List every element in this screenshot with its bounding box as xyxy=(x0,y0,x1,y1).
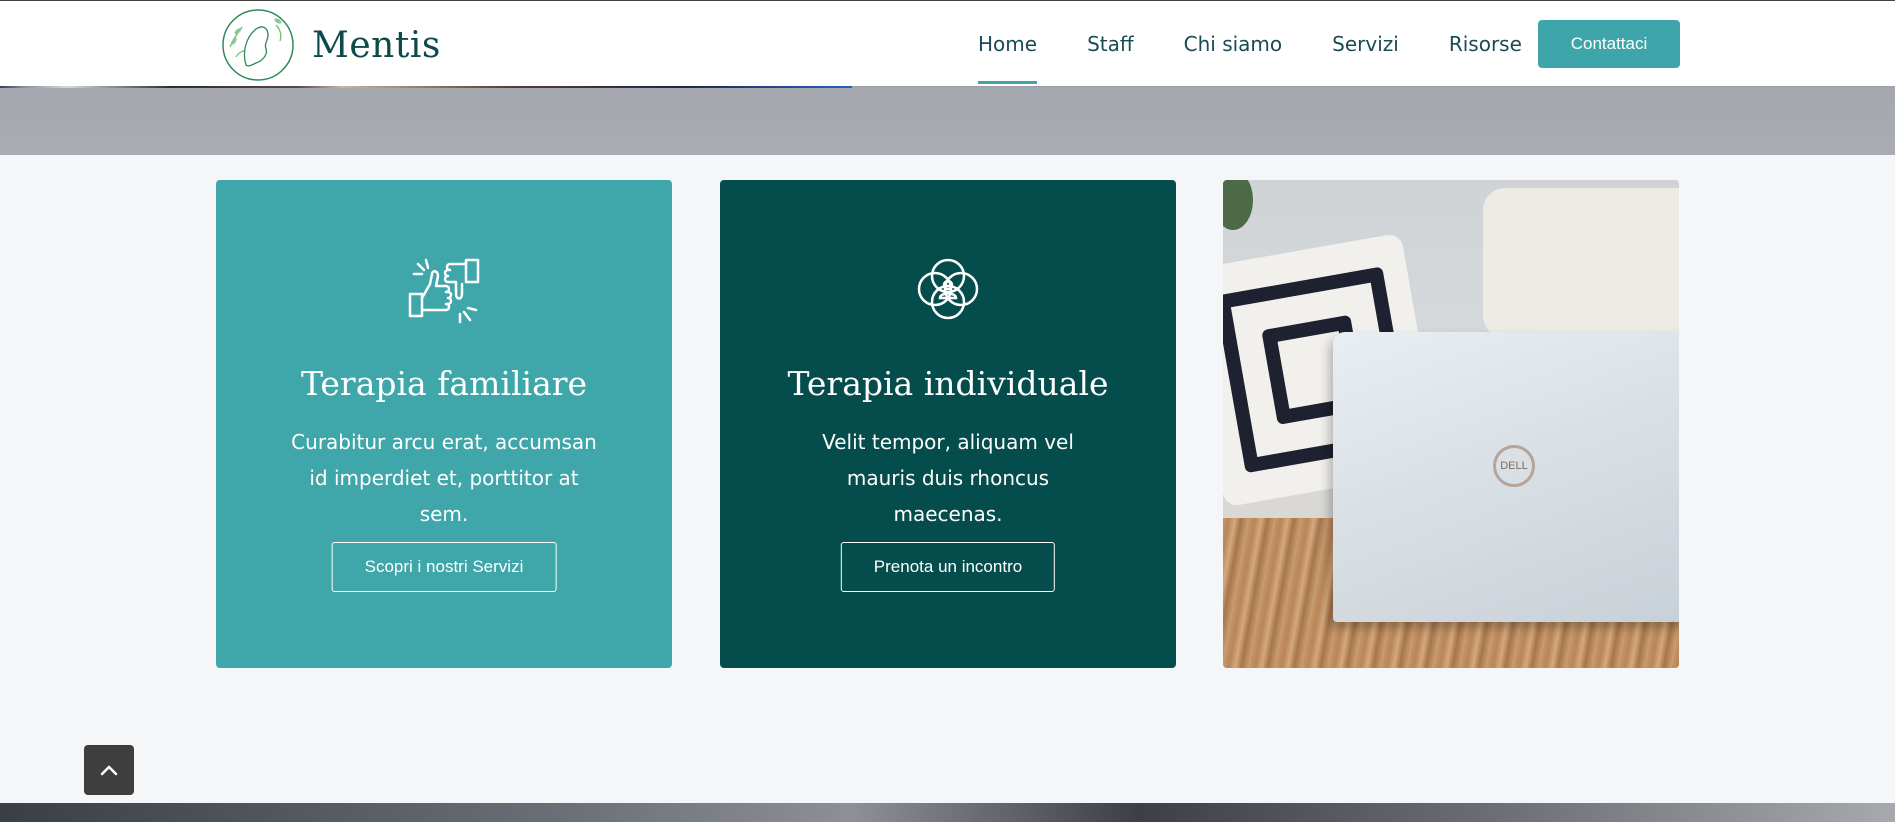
footer-strip xyxy=(0,803,1895,822)
services-button[interactable]: Scopri i nostri Servizi xyxy=(331,542,557,592)
site-header: Mentis Home Staff Chi siamo Servizi Riso… xyxy=(0,0,1895,86)
card-text: Curabitur arcu erat, accumsan id imperdi… xyxy=(291,430,597,526)
nav-item-chi-siamo[interactable]: Chi siamo xyxy=(1184,1,1283,87)
logo-mark-icon xyxy=(222,9,294,81)
scroll-to-top-button[interactable] xyxy=(84,745,134,795)
contact-button[interactable]: Contattaci xyxy=(1538,20,1680,68)
chevron-up-icon xyxy=(100,765,118,776)
photo-pillow xyxy=(1483,188,1679,338)
card-text: Velit tempor, aliquam vel mauris duis rh… xyxy=(822,430,1074,526)
laptop-logo: DELL xyxy=(1493,445,1535,487)
service-card-family: Terapia familiare Curabitur arcu erat, a… xyxy=(216,180,672,668)
laptop-photo: DELL xyxy=(1223,180,1679,668)
flower-person-icon xyxy=(917,258,979,320)
nav-item-staff[interactable]: Staff xyxy=(1087,1,1134,87)
card-title: Terapia individuale xyxy=(787,364,1109,403)
nav-item-servizi[interactable]: Servizi xyxy=(1332,1,1399,87)
service-card-individual: Terapia individuale Velit tempor, aliqua… xyxy=(720,180,1176,668)
book-meeting-button[interactable]: Prenota un incontro xyxy=(840,542,1056,592)
nav-item-risorse[interactable]: Risorse xyxy=(1449,1,1522,87)
handshake-icon xyxy=(408,258,480,324)
logo-text: Mentis xyxy=(312,24,441,66)
nav-item-home[interactable]: Home xyxy=(978,1,1038,87)
main-nav: Home Staff Chi siamo Servizi Risorse xyxy=(978,1,1572,87)
card-title: Terapia familiare xyxy=(300,364,588,403)
logo[interactable]: Mentis xyxy=(216,7,441,83)
